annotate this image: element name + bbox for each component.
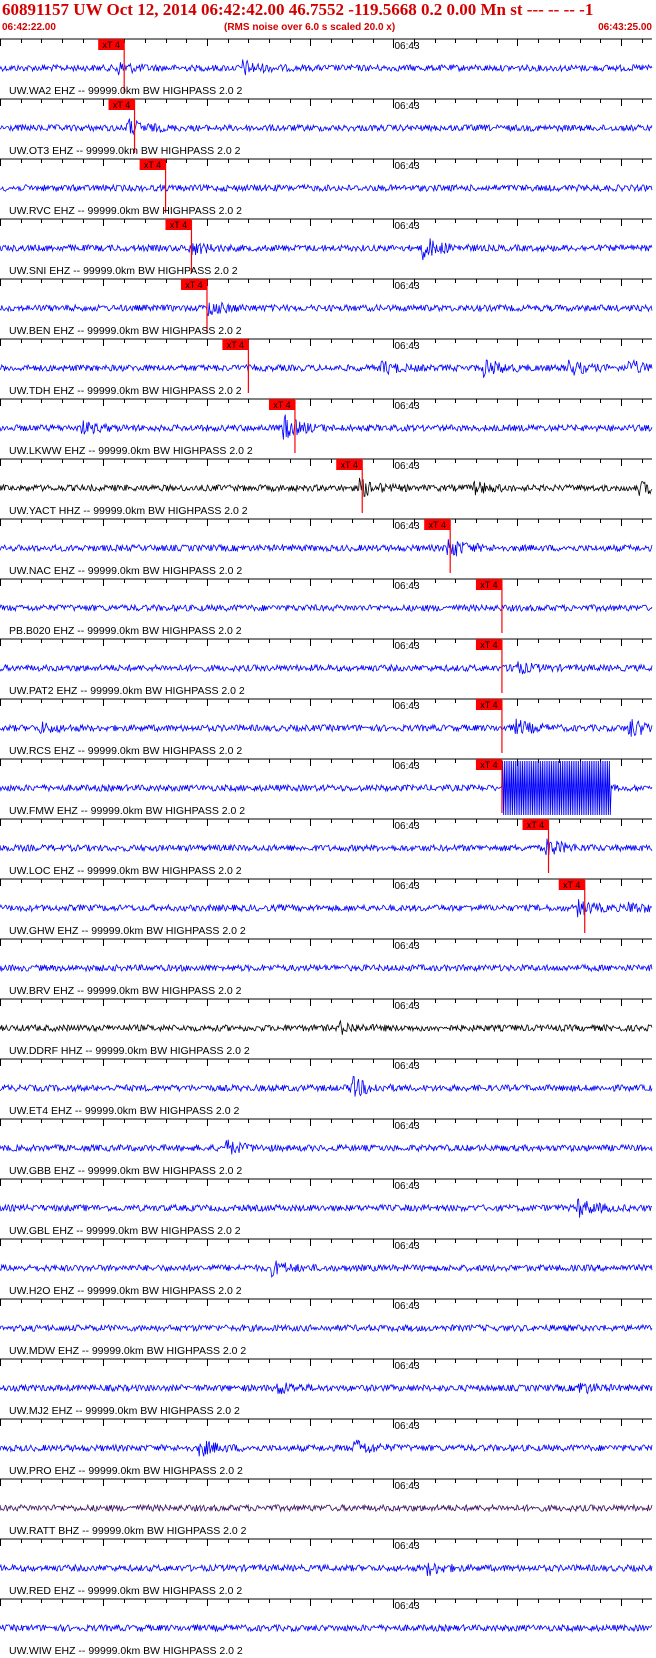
minute-label: 06:43 <box>395 1361 420 1372</box>
minute-label: 06:43 <box>395 581 420 592</box>
waveform-trace <box>0 358 653 378</box>
station-label: UW.FMW EHZ -- 99999.0km BW HIGHPASS 2.0 … <box>9 805 245 817</box>
waveform-trace <box>0 301 653 317</box>
station-label: UW.LOC EHZ -- 99999.0km BW HIGHPASS 2.0 … <box>9 865 242 877</box>
waveform-trace <box>0 1439 653 1457</box>
minute-label: 06:43 <box>395 641 420 652</box>
minute-label: 06:43 <box>395 1481 420 1492</box>
waveform-trace <box>0 661 653 675</box>
minute-label: 06:43 <box>395 1541 420 1552</box>
waveform-trace <box>0 1503 653 1513</box>
waveform-trace <box>0 238 653 261</box>
minute-label: 06:43 <box>395 1241 420 1252</box>
waveform-trace <box>0 1198 653 1218</box>
minute-label: 06:43 <box>395 341 420 352</box>
pick-label: xT 4 <box>170 220 187 230</box>
minute-label: 06:43 <box>395 1001 420 1012</box>
station-label: UW.NAC EHZ -- 99999.0km BW HIGHPASS 2.0 … <box>9 565 242 577</box>
waveform-trace <box>0 1076 653 1097</box>
minute-label: 06:43 <box>395 401 420 412</box>
station-label: UW.DDRF HHZ -- 99999.0km BW HIGHPASS 2.0… <box>9 1045 250 1057</box>
pick-label: xT 4 <box>144 160 161 170</box>
station-label: UW.PAT2 EHZ -- 99999.0km BW HIGHPASS 2.0… <box>9 685 245 697</box>
station-label: UW.H2O EHZ -- 99999.0km BW HIGHPASS 2.0 … <box>9 1285 242 1297</box>
minute-label: 06:43 <box>395 101 420 112</box>
waveform-trace <box>0 539 653 557</box>
pick-label: xT 4 <box>273 400 290 410</box>
seismogram-plot: 06:43 xT 4 UW.WA2 EHZ -- 99999.0km BW HIGH… <box>0 38 653 1657</box>
station-label: UW.RVC EHZ -- 99999.0km BW HIGHPASS 2.0 … <box>9 205 242 217</box>
waveform-trace <box>0 1562 653 1577</box>
minute-label: 06:43 <box>395 761 420 772</box>
station-label: UW.RATT BHZ -- 99999.0km BW HIGHPASS 2.0… <box>9 1525 247 1537</box>
pick-label: xT 4 <box>103 40 120 50</box>
station-label: UW.TDH EHZ -- 99999.0km BW HIGHPASS 2.0 … <box>9 385 242 397</box>
station-label: UW.SNI EHZ -- 99999.0km BW HIGHPASS 2.0 … <box>9 265 238 277</box>
pick-label: xT 4 <box>341 460 358 470</box>
station-label: UW.LKWW EHZ -- 99999.0km BW HIGHPASS 2.0… <box>9 445 253 457</box>
waveform-trace <box>0 183 653 193</box>
minute-label: 06:43 <box>395 941 420 952</box>
waveform-trace <box>0 1323 653 1333</box>
pick-label: xT 4 <box>563 880 580 890</box>
waveform-trace <box>0 603 653 613</box>
station-label: UW.GBL EHZ -- 99999.0km BW HIGHPASS 2.0 … <box>9 1225 241 1237</box>
station-label: UW.WIW EHZ -- 99999.0km BW HIGHPASS 2.0 … <box>9 1645 243 1657</box>
minute-label: 06:43 <box>395 881 420 892</box>
pick-label: xT 4 <box>429 520 446 530</box>
minute-label: 06:43 <box>395 1121 420 1132</box>
minute-label: 06:43 <box>395 521 420 532</box>
station-label: UW.RED EHZ -- 99999.0km BW HIGHPASS 2.0 … <box>9 1585 242 1597</box>
minute-label: 06:43 <box>395 821 420 832</box>
pick-label: xT 4 <box>113 100 130 110</box>
station-label: UW.RCS EHZ -- 99999.0km BW HIGHPASS 2.0 … <box>9 745 242 757</box>
waveform-trace <box>0 963 653 973</box>
minute-label: 06:43 <box>395 41 420 52</box>
minute-label: 06:43 <box>395 1061 420 1072</box>
waveform-trace <box>0 718 653 737</box>
waveform-trace <box>0 414 653 440</box>
minute-label: 06:43 <box>395 1181 420 1192</box>
waveform-trace <box>0 838 653 856</box>
waveform-trace <box>0 477 653 497</box>
station-label: UW.WA2 EHZ -- 99999.0km BW HIGHPASS 2.0 … <box>9 85 243 97</box>
pick-label: xT 4 <box>185 280 202 290</box>
pick-label: xT 4 <box>480 700 497 710</box>
waveform-trace <box>0 1382 653 1395</box>
minute-label: 06:43 <box>395 161 420 172</box>
minute-label: 06:43 <box>395 281 420 292</box>
waveform-trace <box>0 1139 653 1155</box>
station-label: UW.GBB EHZ -- 99999.0km BW HIGHPASS 2.0 … <box>9 1165 242 1177</box>
station-label: UW.YACT HHZ -- 99999.0km BW HIGHPASS 2.0… <box>9 505 248 517</box>
pick-label: xT 4 <box>480 580 497 590</box>
pick-label: xT 4 <box>480 640 497 650</box>
station-label: UW.OT3 EHZ -- 99999.0km BW HIGHPASS 2.0 … <box>9 145 241 157</box>
pick-label: xT 4 <box>480 760 497 770</box>
station-label: UW.ET4 EHZ -- 99999.0km BW HIGHPASS 2.0 … <box>9 1105 239 1117</box>
station-label: UW.MDW EHZ -- 99999.0km BW HIGHPASS 2.0 … <box>9 1345 246 1357</box>
station-label: UW.MJ2 EHZ -- 99999.0km BW HIGHPASS 2.0 … <box>9 1405 240 1417</box>
minute-label: 06:43 <box>395 461 420 472</box>
station-label: UW.BRV EHZ -- 99999.0km BW HIGHPASS 2.0 … <box>9 985 242 997</box>
minute-label: 06:43 <box>395 1301 420 1312</box>
pick-label: xT 4 <box>227 340 244 350</box>
waveform-trace <box>0 1260 653 1278</box>
station-label: UW.PRO EHZ -- 99999.0km BW HIGHPASS 2.0 … <box>9 1465 243 1477</box>
waveform-trace <box>0 1019 653 1035</box>
waveform-trace <box>0 899 653 918</box>
station-label: UW.GHW EHZ -- 99999.0km BW HIGHPASS 2.0 … <box>9 925 246 937</box>
station-label: PB.B020 EHZ -- 99999.0km BW HIGHPASS 2.0… <box>9 625 242 637</box>
minute-label: 06:43 <box>395 1601 420 1612</box>
waveform-trace <box>0 118 653 136</box>
minute-label: 06:43 <box>395 701 420 712</box>
minute-label: 06:43 <box>395 221 420 232</box>
station-label: UW.BEN EHZ -- 99999.0km BW HIGHPASS 2.0 … <box>9 325 242 337</box>
minute-label: 06:43 <box>395 1421 420 1432</box>
waveform-trace <box>0 59 653 76</box>
waveform-trace <box>0 1623 653 1633</box>
pick-label: xT 4 <box>527 820 544 830</box>
